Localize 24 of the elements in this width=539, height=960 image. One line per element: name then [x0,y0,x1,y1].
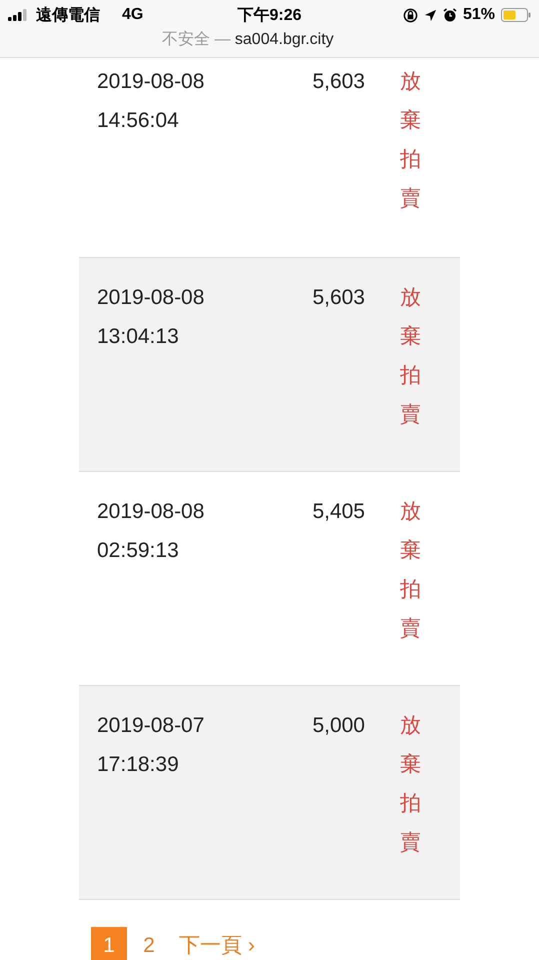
network-type: 4G [122,6,144,24]
clock-time: 下午9:26 [237,6,302,24]
next-page-link[interactable]: 下一頁 › [179,927,255,960]
bid-time: 2019-08-08 14:56:04 [97,69,206,134]
bid-amount: 5,603 [311,285,365,311]
abandon-auction-link[interactable]: 放棄拍賣 [400,492,421,685]
bid-time: 2019-08-08 02:59:13 [97,499,206,564]
bid-amount: 5,000 [311,713,365,739]
rotation-lock-icon [402,8,418,22]
page-link[interactable]: 1 [91,927,127,960]
bid-time: 2019-08-08 13:04:13 [97,285,206,350]
address-bar[interactable]: 不安全 — sa004.bgr.city [162,30,334,50]
bid-amount: 5,603 [311,69,365,95]
location-arrow-icon [424,8,437,22]
battery-percent: 51% [462,6,495,24]
abandon-auction-link[interactable]: 放棄拍賣 [400,706,421,899]
abandon-auction-link[interactable]: 放棄拍賣 [400,278,421,471]
abandon-auction-link[interactable]: 放棄拍賣 [400,62,421,257]
alarm-clock-icon [442,8,457,22]
page-link[interactable]: 2 [131,927,167,960]
battery-icon [501,8,531,22]
bid-amount: 5,405 [311,499,365,525]
carrier-name: 遠傳電信 [36,6,100,26]
bid-time: 2019-08-07 17:18:39 [97,713,206,778]
